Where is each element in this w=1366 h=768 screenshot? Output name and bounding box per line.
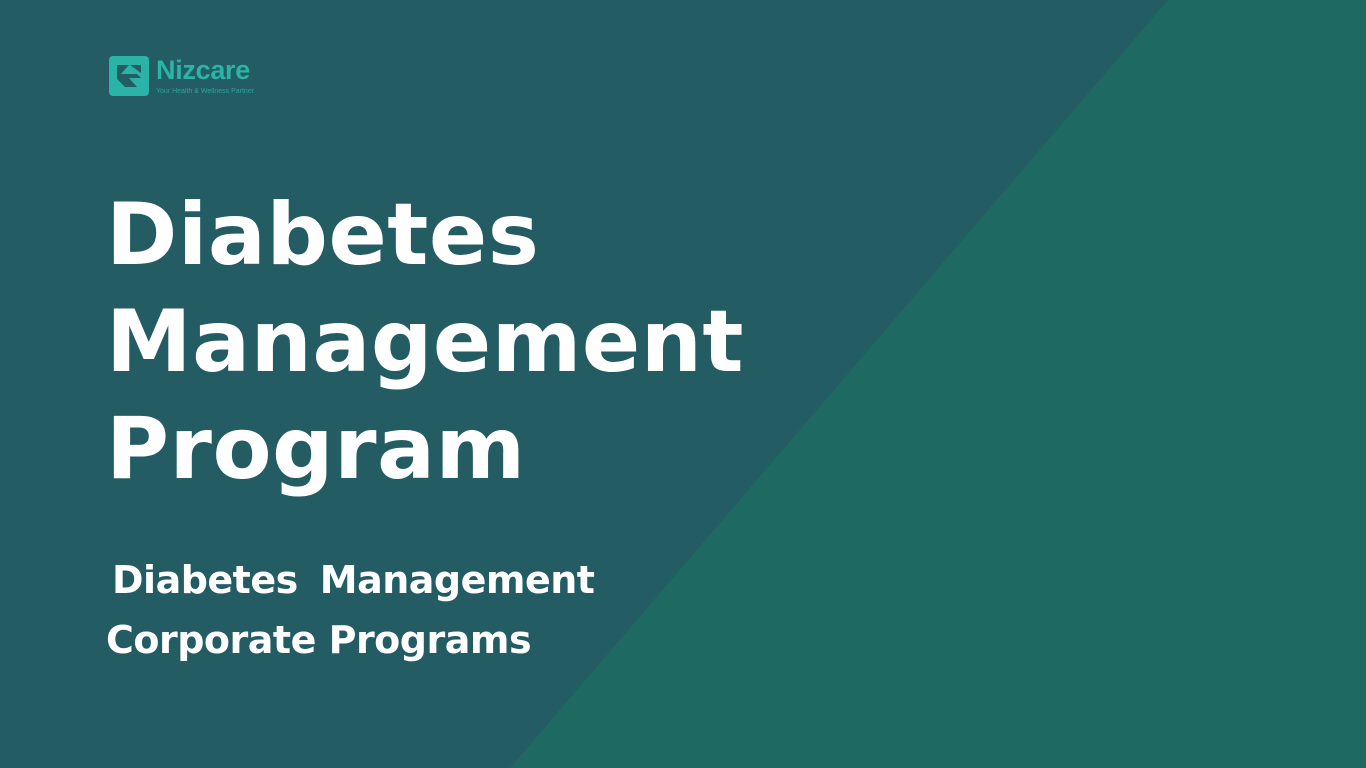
subtitle-word-management: Management [319,558,595,602]
subtitle-line-1: Diabetes Management [106,550,595,610]
title-line-1: Diabetes [106,185,540,285]
brand-tagline: Your Health & Wellness Partner [156,88,255,95]
nizcare-logo-icon [109,56,149,96]
title-line-3: Program [106,399,526,499]
brand-logo: Nizcare Your Health & Wellness Partner [108,55,254,97]
logo-text-group: Nizcare Your Health & Wellness Partner [156,55,254,96]
title-line-2: Management [106,292,745,392]
slide-title: Diabetes Management Program [106,182,744,503]
brand-name: Nizcare [156,55,250,85]
subtitle-word-diabetes: Diabetes [112,558,298,602]
slide-subtitle: Diabetes Management Corporate Programs [106,550,595,670]
subtitle-line-2: Corporate Programs [106,618,532,662]
